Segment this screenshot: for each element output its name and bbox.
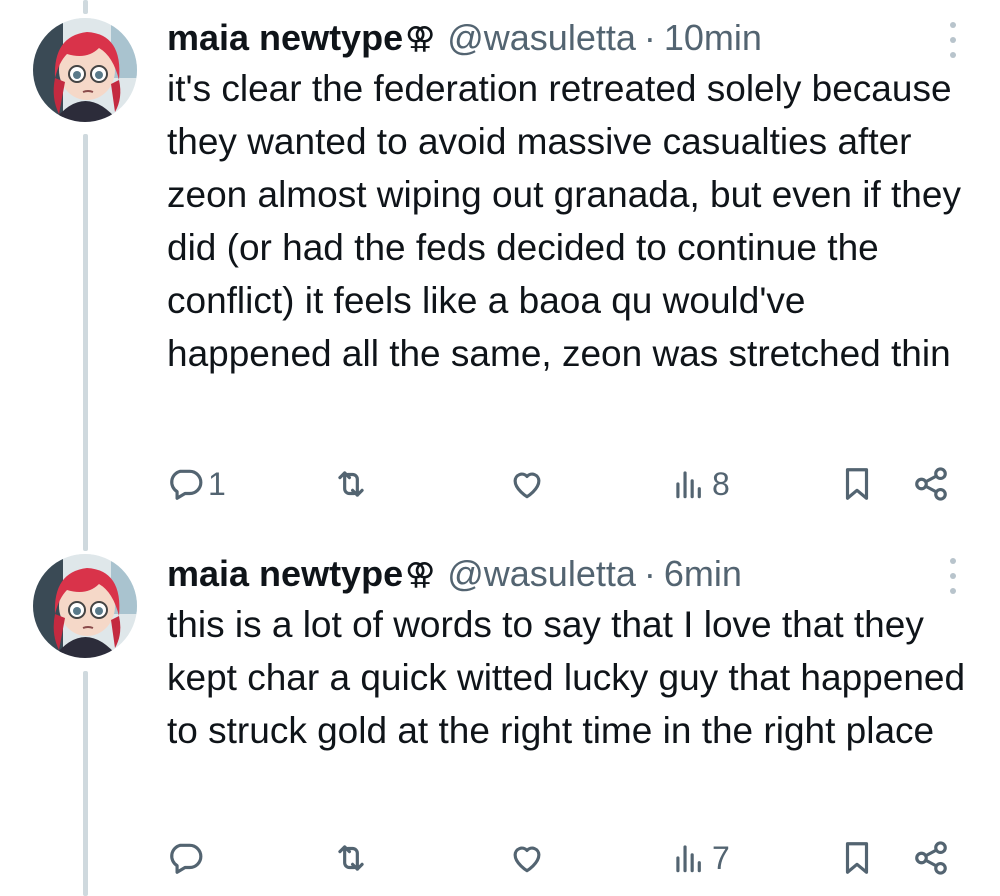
- author-name[interactable]: maia newtype: [167, 17, 403, 59]
- timestamp[interactable]: 10min: [664, 17, 762, 59]
- bookmark-icon: [845, 842, 869, 874]
- avatar[interactable]: [33, 18, 137, 122]
- author-name[interactable]: maia newtype: [167, 553, 403, 595]
- retweet-button[interactable]: [332, 838, 370, 878]
- share-button[interactable]: [912, 464, 950, 504]
- action-bar: 1 8: [0, 464, 1000, 504]
- author-handle[interactable]: @wasuletta: [447, 553, 636, 595]
- bookmark-button[interactable]: [838, 838, 876, 878]
- like-button[interactable]: [508, 464, 546, 504]
- views-icon: [676, 845, 701, 873]
- avatar-image: [33, 554, 137, 658]
- views-button[interactable]: 7: [670, 838, 730, 878]
- share-icon: [915, 467, 947, 501]
- heart-icon: [513, 472, 541, 499]
- more-icon[interactable]: [946, 558, 960, 594]
- identity-badge: ⚢: [405, 21, 436, 55]
- separator-dot: ·: [643, 17, 656, 58]
- retweet-icon: [338, 845, 364, 871]
- views-icon: [676, 471, 701, 499]
- reply-count: 1: [208, 465, 226, 502]
- tweet-text: it's clear the federation retreated sole…: [167, 68, 961, 374]
- reply-icon: [170, 843, 203, 874]
- avatar-image: [33, 18, 137, 122]
- avatar[interactable]: [33, 554, 137, 658]
- tweet-text: this is a lot of words to say that I lov…: [167, 604, 966, 751]
- tweet-header: maia newtype ⚢ @wasuletta · 6min: [167, 553, 742, 595]
- timestamp[interactable]: 6min: [664, 553, 742, 595]
- bookmark-button[interactable]: [838, 464, 876, 504]
- share-button[interactable]: [912, 838, 950, 878]
- bookmark-icon: [845, 468, 869, 500]
- more-icon[interactable]: [946, 22, 960, 58]
- tweet-2[interactable]: maia newtype ⚢ @wasuletta · 6min this is…: [0, 553, 1000, 894]
- tweet-header: maia newtype ⚢ @wasuletta · 10min: [167, 17, 762, 59]
- heart-icon: [513, 846, 541, 873]
- separator-dot: ·: [643, 553, 656, 594]
- retweet-button[interactable]: [332, 464, 370, 504]
- identity-badge: ⚢: [405, 557, 436, 591]
- share-icon: [915, 841, 947, 875]
- view-count: 8: [712, 465, 730, 502]
- like-button[interactable]: [508, 838, 546, 878]
- thread-line-top: [83, 0, 88, 14]
- reply-button[interactable]: 1: [166, 464, 226, 504]
- reply-icon: [170, 469, 203, 500]
- retweet-icon: [338, 471, 364, 497]
- view-count: 7: [712, 839, 730, 876]
- author-handle[interactable]: @wasuletta: [447, 17, 636, 59]
- views-button[interactable]: 8: [670, 464, 730, 504]
- action-bar: 7: [0, 838, 1000, 878]
- tweet-1[interactable]: maia newtype ⚢ @wasuletta · 10min it's c…: [0, 17, 1000, 508]
- reply-button[interactable]: [166, 838, 208, 878]
